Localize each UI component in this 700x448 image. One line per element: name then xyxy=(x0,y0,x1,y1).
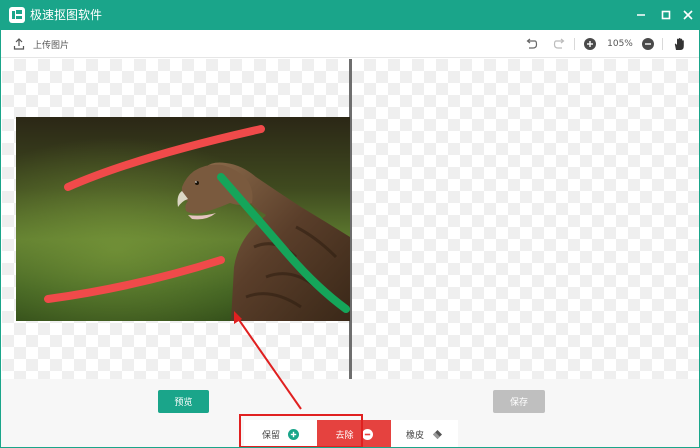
upload-icon xyxy=(13,38,25,50)
keep-mode-button[interactable]: 保留 xyxy=(244,420,317,447)
hand-icon[interactable] xyxy=(672,37,686,51)
app-window: 极速抠图软件 上传图片 105% 预览 保存 保留 去除 橡皮 xyxy=(0,0,700,448)
maximize-icon[interactable] xyxy=(659,8,673,22)
plus-circle-icon xyxy=(288,429,299,440)
remove-mode-button[interactable]: 去除 xyxy=(317,420,391,447)
close-icon[interactable] xyxy=(681,8,695,22)
remove-mode-label: 去除 xyxy=(335,431,354,441)
zoom-in-icon[interactable] xyxy=(583,37,597,51)
minimize-icon[interactable] xyxy=(634,8,648,22)
toolbar-separator xyxy=(662,38,663,50)
upload-image-button[interactable]: 上传图片 xyxy=(13,36,69,52)
keep-mode-label: 保留 xyxy=(261,431,280,441)
upload-label: 上传图片 xyxy=(33,40,70,51)
title-bar: 极速抠图软件 xyxy=(1,1,699,30)
redo-icon[interactable] xyxy=(553,37,567,51)
toolbar: 上传图片 105% xyxy=(1,30,699,58)
undo-icon[interactable] xyxy=(524,37,538,51)
app-logo-icon xyxy=(9,7,25,23)
eraser-icon xyxy=(433,430,442,439)
zoom-out-icon[interactable] xyxy=(641,37,655,51)
minus-circle-icon xyxy=(361,429,373,440)
app-title: 极速抠图软件 xyxy=(30,8,103,22)
toolbar-separator xyxy=(574,38,575,50)
source-image[interactable] xyxy=(16,117,350,321)
preview-button[interactable]: 预览 xyxy=(158,390,209,413)
eraser-mode-button[interactable]: 橡皮 xyxy=(391,420,458,447)
result-canvas xyxy=(352,59,699,379)
eraser-mode-label: 橡皮 xyxy=(405,431,424,441)
save-button[interactable]: 保存 xyxy=(493,390,545,413)
zoom-level: 105% xyxy=(607,39,633,49)
